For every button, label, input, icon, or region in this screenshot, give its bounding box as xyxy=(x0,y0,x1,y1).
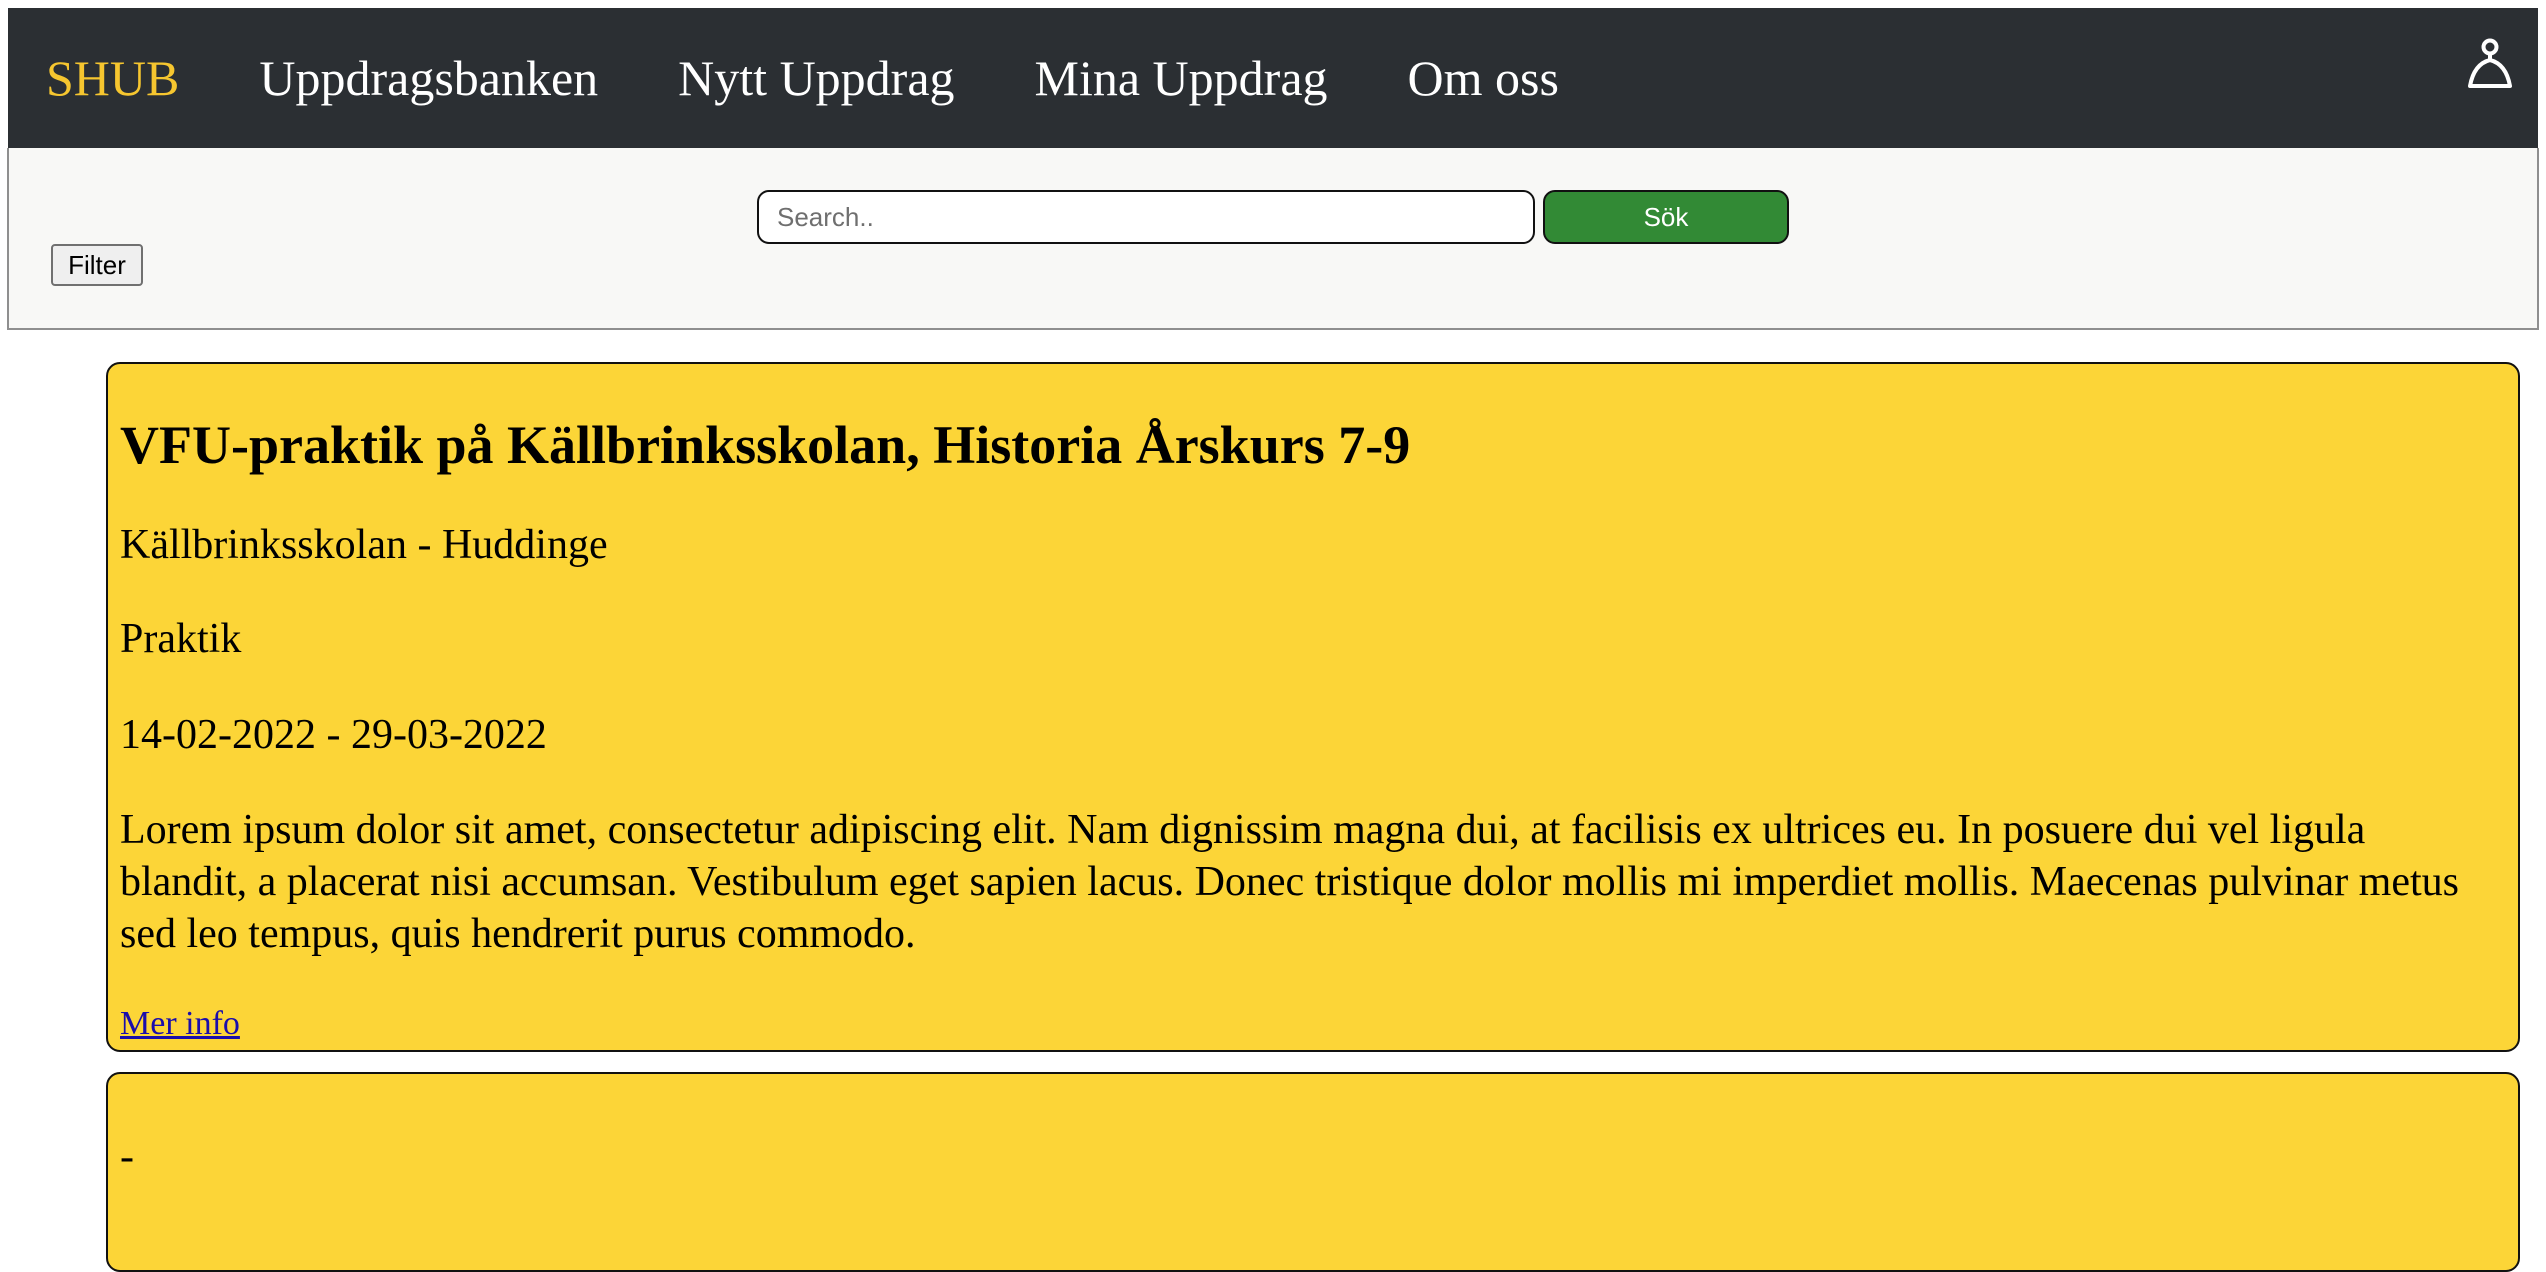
assignment-dates: 14-02-2022 - 29-03-2022 xyxy=(120,712,547,758)
assignment-card: VFU-praktik på Källbrinksskolan, Histori… xyxy=(106,362,2520,1052)
assignment-title: VFU-praktik på Källbrinksskolan, Histori… xyxy=(120,415,1411,475)
top-navbar: SHUB Uppdragsbanken Nytt Uppdrag Mina Up… xyxy=(8,8,2538,148)
nav-link-om-oss[interactable]: Om oss xyxy=(1408,53,1559,103)
nav-link-nytt-uppdrag[interactable]: Nytt Uppdrag xyxy=(678,53,954,103)
brand-logo-link[interactable]: SHUB xyxy=(46,53,179,103)
user-icon[interactable] xyxy=(2464,36,2516,92)
filter-button[interactable]: Filter xyxy=(51,244,143,286)
more-info-link[interactable]: Mer info xyxy=(120,1004,240,1045)
search-toolbar: Sök Filter xyxy=(7,148,2539,330)
assignment-school: Källbrinksskolan - Huddinge xyxy=(120,522,608,568)
assignment-card: - xyxy=(106,1072,2520,1272)
nav-link-uppdragsbanken[interactable]: Uppdragsbanken xyxy=(259,53,598,103)
nav-link-mina-uppdrag[interactable]: Mina Uppdrag xyxy=(1035,53,1328,103)
assignment-description: Lorem ipsum dolor sit amet, consectetur … xyxy=(120,807,2459,957)
assignment-type: Praktik xyxy=(120,616,242,662)
search-button[interactable]: Sök xyxy=(1543,190,1789,244)
search-input[interactable] xyxy=(757,190,1535,244)
assignment-placeholder-text: - xyxy=(120,1134,134,1180)
